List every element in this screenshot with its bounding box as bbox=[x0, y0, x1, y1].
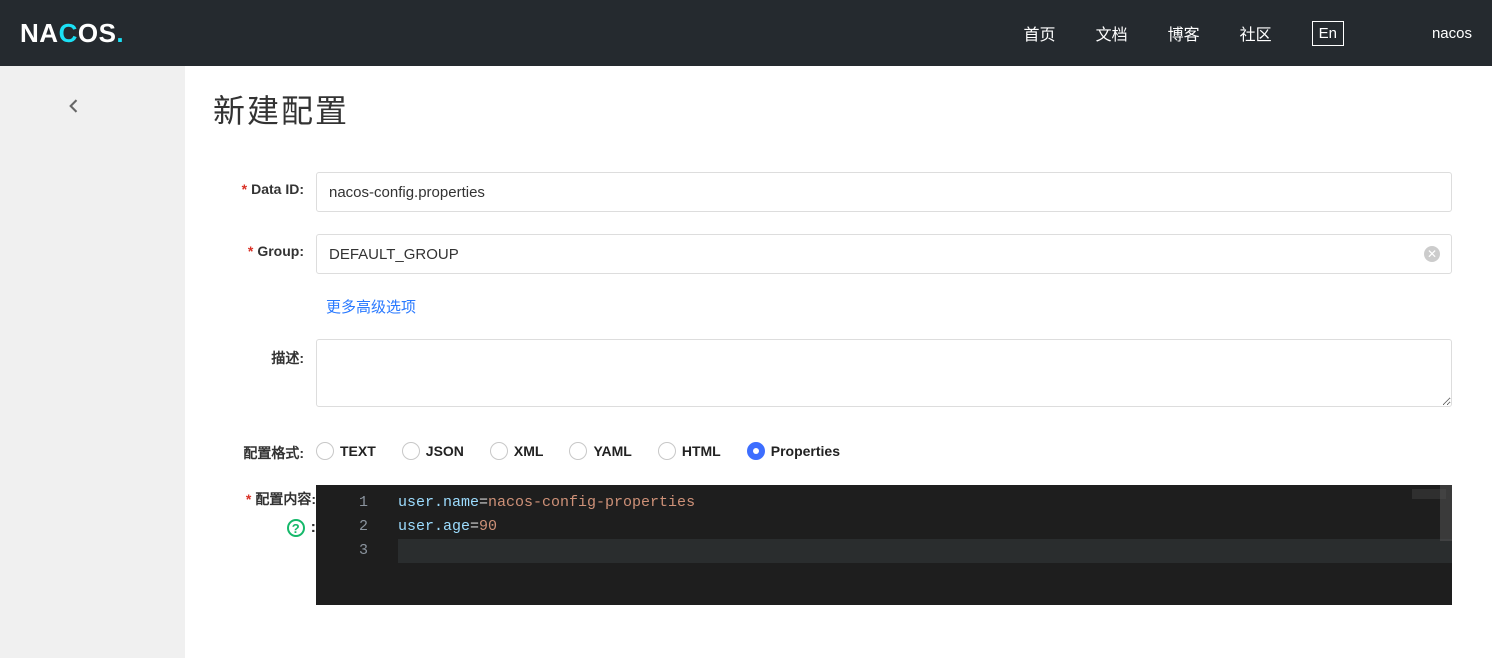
content-label: *配置内容: bbox=[213, 485, 316, 509]
more-advanced-link[interactable]: 更多高级选项 bbox=[316, 299, 416, 316]
page-title: 新建配置 bbox=[213, 86, 1452, 132]
editor-gutter: 1 2 3 bbox=[316, 485, 378, 605]
main-content: 新建配置 *Data ID: *Group: ✕ 更多高级选项 描述: bbox=[185, 66, 1492, 658]
clear-icon[interactable]: ✕ bbox=[1424, 246, 1440, 262]
nav-community[interactable]: 社区 bbox=[1240, 21, 1272, 45]
chevron-left-icon[interactable] bbox=[64, 96, 185, 121]
desc-textarea[interactable] bbox=[316, 339, 1452, 407]
format-radio-group: TEXT JSON XML YAML HTML Properties bbox=[316, 434, 1452, 460]
username-label[interactable]: nacos bbox=[1432, 25, 1472, 42]
logo: NACOS. bbox=[20, 18, 124, 49]
format-label: 配置格式: bbox=[213, 434, 316, 463]
format-radio-yaml[interactable]: YAML bbox=[569, 442, 631, 460]
format-radio-xml[interactable]: XML bbox=[490, 442, 544, 460]
code-editor[interactable]: 1 2 3 user.name=nacos-config-properties … bbox=[316, 485, 1452, 605]
data-id-input[interactable] bbox=[316, 172, 1452, 212]
group-label: *Group: bbox=[213, 234, 316, 259]
nav-home[interactable]: 首页 bbox=[1024, 21, 1056, 45]
language-toggle[interactable]: En bbox=[1312, 21, 1344, 46]
help-icon[interactable]: ? bbox=[287, 519, 305, 537]
format-radio-json[interactable]: JSON bbox=[402, 442, 464, 460]
format-radio-properties[interactable]: Properties bbox=[747, 442, 840, 460]
desc-label: 描述: bbox=[213, 339, 316, 368]
top-nav: 首页 文档 博客 社区 En nacos bbox=[1024, 21, 1472, 46]
nav-blog[interactable]: 博客 bbox=[1168, 21, 1200, 45]
data-id-label: *Data ID: bbox=[213, 172, 316, 197]
sidebar bbox=[0, 66, 185, 658]
app-header: NACOS. 首页 文档 博客 社区 En nacos bbox=[0, 0, 1492, 66]
group-input[interactable] bbox=[316, 234, 1452, 274]
editor-scrollbar[interactable] bbox=[1440, 485, 1452, 541]
nav-docs[interactable]: 文档 bbox=[1096, 21, 1128, 45]
editor-lines[interactable]: user.name=nacos-config-properties user.a… bbox=[378, 485, 1452, 605]
format-radio-html[interactable]: HTML bbox=[658, 442, 721, 460]
format-radio-text[interactable]: TEXT bbox=[316, 442, 376, 460]
